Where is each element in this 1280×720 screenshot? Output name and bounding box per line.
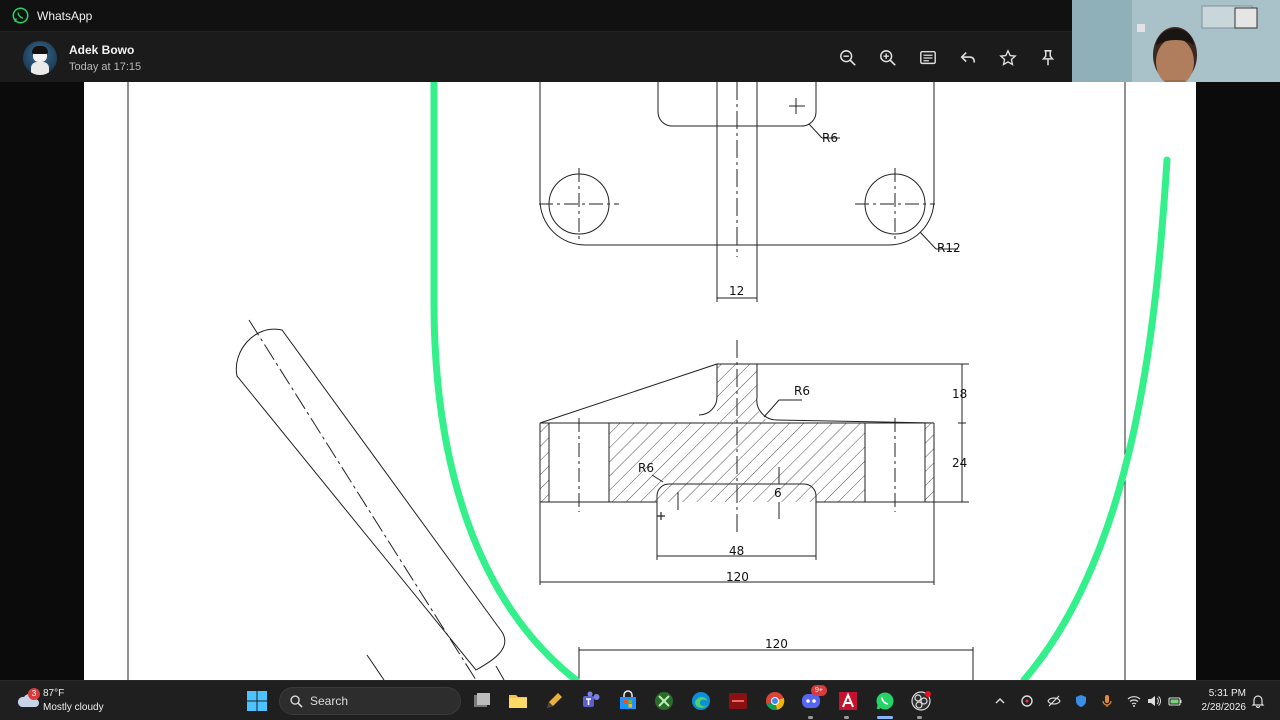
- label-dim-18: 18: [952, 387, 967, 401]
- speaker-icon: [1148, 696, 1161, 706]
- xbox-icon: [655, 692, 673, 710]
- reply-icon: [960, 52, 976, 63]
- taskbar-search[interactable]: Search: [279, 687, 461, 715]
- chevron-up-icon: [995, 698, 1005, 704]
- tray-battery[interactable]: [1167, 693, 1183, 709]
- red-app-icon: [729, 693, 747, 709]
- store-icon: [620, 690, 636, 709]
- tray-microphone[interactable]: [1099, 693, 1115, 709]
- weather-condition: Mostly cloudy: [43, 702, 104, 713]
- tray-security[interactable]: [1073, 693, 1089, 709]
- tray-volume[interactable]: [1146, 693, 1162, 709]
- taskbar-chrome[interactable]: [763, 689, 787, 713]
- ring-icon: [1021, 695, 1033, 707]
- zoom-in-icon: [880, 50, 896, 66]
- pen-icon: [547, 693, 562, 708]
- wifi-icon: [1127, 696, 1141, 707]
- system-clock[interactable]: 5:31 PM 2/28/2026: [1196, 687, 1247, 715]
- taskbar-teams[interactable]: [579, 689, 603, 713]
- search-icon: [290, 694, 303, 708]
- message-icon: [920, 50, 936, 65]
- running-indicator: [844, 716, 849, 719]
- image-viewer[interactable]: R6 R12 12 R6 18 24 R6 6 48 120 120: [0, 82, 1280, 680]
- whatsapp-icon: [12, 7, 29, 24]
- avatar[interactable]: [23, 41, 57, 75]
- running-indicator: [808, 716, 813, 719]
- whatsapp-icon: [876, 692, 894, 710]
- tray-app-1[interactable]: [1019, 693, 1035, 709]
- battery-icon: [1168, 697, 1182, 706]
- active-app-indicator: [877, 716, 893, 719]
- clock-date: 2/28/2026: [1201, 702, 1247, 713]
- label-dim-24: 24: [952, 456, 967, 470]
- show-hidden-icons-button[interactable]: [992, 693, 1008, 709]
- label-dim-6: 6: [774, 486, 782, 500]
- task-view-icon: [474, 693, 490, 707]
- go-to-message-button[interactable]: [916, 46, 940, 70]
- weather-widget[interactable]: 3 87°F Mostly cloudy: [14, 685, 134, 717]
- zoom-out-icon: [840, 50, 856, 66]
- microphone-icon: [1102, 695, 1112, 707]
- taskbar: 3 87°F Mostly cloudy Search 9+ 5:31 PM 2…: [0, 680, 1280, 720]
- edge-icon: [692, 692, 710, 710]
- discord-badge: 9+: [811, 685, 827, 696]
- star-button[interactable]: [996, 46, 1020, 70]
- tray-app-2[interactable]: [1046, 693, 1062, 709]
- search-placeholder: Search: [310, 694, 349, 708]
- zoom-in-button[interactable]: [876, 46, 900, 70]
- weather-badge: 3: [28, 688, 40, 700]
- running-indicator: [917, 716, 922, 719]
- label-dim-12: 12: [729, 284, 744, 298]
- task-view-button[interactable]: [470, 689, 494, 713]
- label-r6-top: R6: [822, 131, 838, 145]
- taskbar-store[interactable]: [616, 689, 640, 713]
- star-icon: [999, 49, 1017, 66]
- clock-time: 5:31 PM: [1208, 688, 1246, 699]
- cad-drawing-image[interactable]: R6 R12 12 R6 18 24 R6 6 48 120 120: [84, 82, 1196, 680]
- sender-name: Adek Bowo: [69, 43, 135, 57]
- tray-wifi[interactable]: [1126, 693, 1142, 709]
- taskbar-autocad[interactable]: [836, 689, 860, 713]
- label-r12: R12: [937, 241, 961, 255]
- reply-button[interactable]: [956, 46, 980, 70]
- weather-temperature: 87°F: [43, 688, 65, 699]
- teams-icon: [583, 691, 600, 707]
- message-timestamp: Today at 17:15: [69, 61, 142, 73]
- autocad-icon: [839, 692, 857, 710]
- eye-slash-icon: [1047, 695, 1061, 707]
- taskbar-xbox[interactable]: [652, 689, 676, 713]
- taskbar-red-app[interactable]: [726, 689, 750, 713]
- obs-icon: [911, 691, 931, 711]
- windows-start-icon[interactable]: [246, 690, 268, 712]
- pin-icon: [1041, 50, 1055, 66]
- label-dim-120-bottom: 120: [765, 637, 788, 651]
- taskbar-obs[interactable]: [909, 689, 933, 713]
- taskbar-file-explorer[interactable]: [506, 689, 530, 713]
- app-title: WhatsApp: [37, 8, 93, 23]
- taskbar-edge[interactable]: [689, 689, 713, 713]
- chrome-icon: [766, 692, 785, 711]
- label-dim-48: 48: [729, 544, 744, 558]
- label-dim-120: 120: [726, 570, 749, 584]
- shield-icon: [1076, 695, 1086, 707]
- media-viewer-header: Adek Bowo Today at 17:15: [0, 31, 1072, 82]
- cad-drawing: R6 R12 12 R6 18 24 R6 6 48 120 120: [127, 82, 1171, 680]
- notifications-button[interactable]: [1250, 693, 1266, 709]
- taskbar-pen-app[interactable]: [542, 689, 566, 713]
- label-r6-mid: R6: [794, 384, 810, 398]
- pin-button[interactable]: [1036, 46, 1060, 70]
- folder-icon: [509, 695, 527, 708]
- bell-icon: [1251, 695, 1265, 708]
- window-titlebar: WhatsApp: [0, 0, 1072, 31]
- taskbar-whatsapp[interactable]: [873, 689, 897, 713]
- zoom-out-button[interactable]: [836, 46, 860, 70]
- label-r6-low: R6: [638, 461, 654, 475]
